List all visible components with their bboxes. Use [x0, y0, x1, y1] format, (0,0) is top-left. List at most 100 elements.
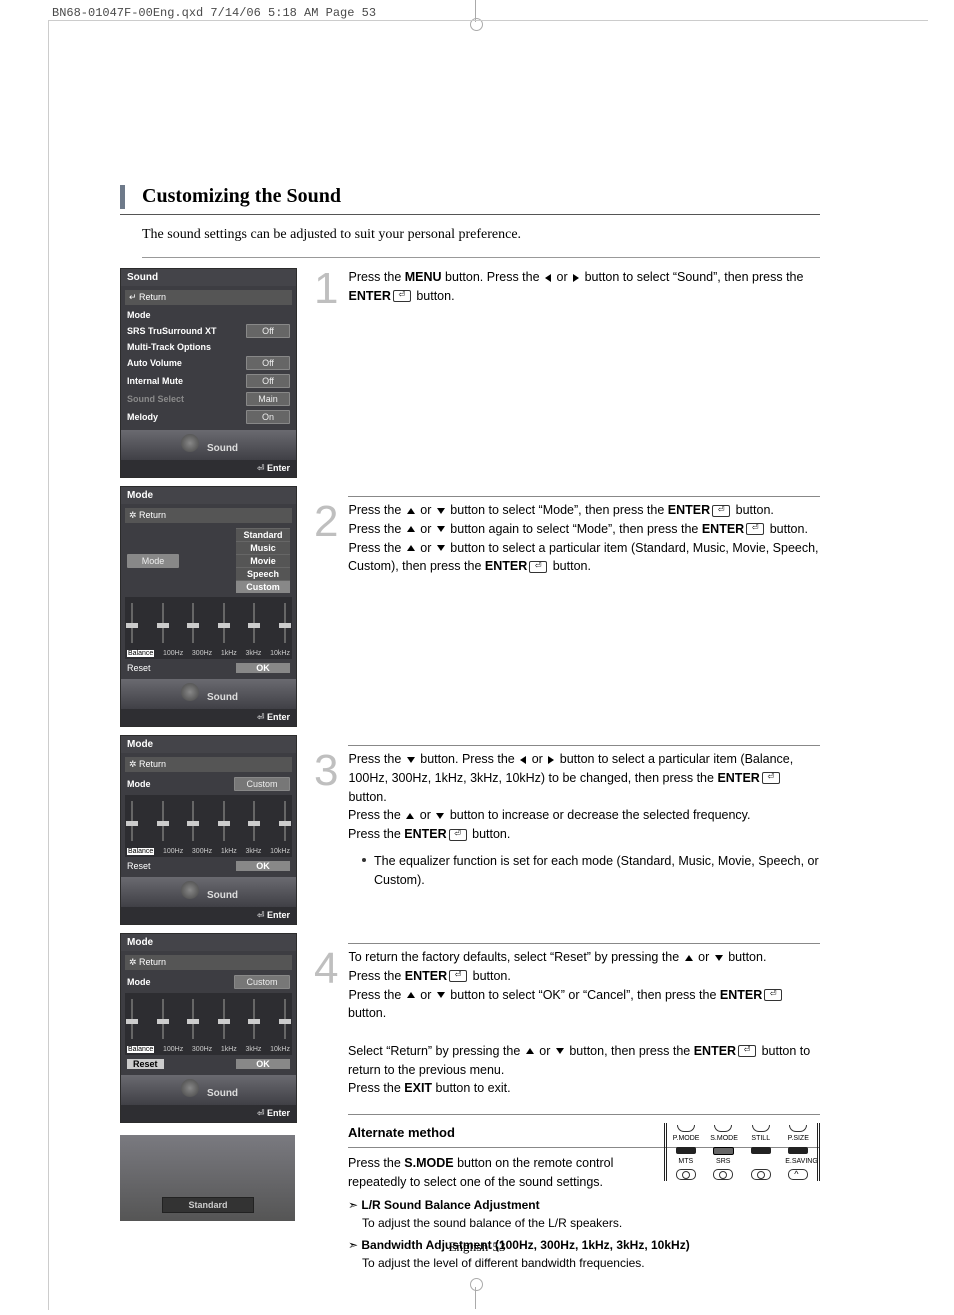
- osd-return: ↵ Return: [125, 290, 292, 305]
- osd-mode-value: Custom: [234, 777, 290, 791]
- step2-text: Press the or button to select “Mode”, th…: [348, 503, 819, 573]
- remote-button-icon: [788, 1169, 808, 1180]
- remote-button-icon: [676, 1147, 696, 1154]
- step-number: 1: [314, 256, 338, 322]
- remote-button-icon: [751, 1169, 771, 1180]
- down-arrow-icon: [407, 757, 415, 763]
- rule: [348, 745, 820, 746]
- ear-icon: [181, 1079, 199, 1097]
- rule: [348, 496, 820, 497]
- osd-toast-label: Standard: [162, 1197, 254, 1213]
- up-arrow-icon: [406, 813, 414, 819]
- alt-item-1: ➣ L/R Sound Balance Adjustment To adjust…: [348, 1196, 820, 1232]
- enter-icon: ⏎: [529, 561, 547, 573]
- enter-icon: ⏎: [762, 772, 780, 784]
- enter-icon: ⏎: [764, 989, 782, 1001]
- osd-return: ✲ Return: [125, 955, 292, 970]
- osd-footer: Sound: [121, 877, 296, 907]
- up-arrow-icon: [685, 955, 693, 961]
- trim-line: [48, 20, 49, 1310]
- down-arrow-icon: [437, 545, 445, 551]
- enter-icon: ⏎: [712, 505, 730, 517]
- osd-reset: Reset: [127, 663, 151, 673]
- remote-button-icon: [714, 1125, 732, 1132]
- bullet-icon: [362, 858, 366, 862]
- rule: [142, 257, 820, 258]
- osd-equalizer: Balance100Hz300Hz1kHz3kHz10kHz: [125, 795, 292, 857]
- remote-button-icon: [677, 1125, 695, 1132]
- down-arrow-icon: [556, 1048, 564, 1054]
- down-arrow-icon: [437, 508, 445, 514]
- up-arrow-icon: [407, 545, 415, 551]
- page-number: English-53: [0, 1239, 954, 1255]
- remote-button-icon: [752, 1125, 770, 1132]
- osd-reset: Reset: [127, 1059, 164, 1069]
- up-arrow-icon: [407, 992, 415, 998]
- osd-mode-menu: Mode ✲ Return Mode StandardMusicMovieSpe…: [120, 486, 297, 727]
- step3-note: The equalizer function is set for each m…: [362, 852, 820, 890]
- enter-icon: ⏎: [393, 290, 411, 302]
- osd-mode-label: Mode: [127, 977, 151, 987]
- osd-sound-menu: Sound ↵ Return ModeSRS TruSurround XTOff…: [120, 268, 297, 478]
- step4-text: To return the factory defaults, select “…: [348, 950, 810, 1095]
- osd-ok: OK: [236, 861, 290, 871]
- enter-icon: ⏎: [738, 1045, 756, 1057]
- remote-smode-button-icon: [713, 1147, 734, 1155]
- remote-button-icon: [789, 1125, 807, 1132]
- remote-button-icon: [751, 1147, 771, 1154]
- right-arrow-icon: [548, 756, 554, 764]
- left-arrow-icon: [545, 274, 551, 282]
- osd-equalizer: Balance100Hz300Hz1kHz3kHz10kHz: [125, 993, 292, 1055]
- osd-reset: Reset: [127, 861, 151, 871]
- osd-return: ✲ Return: [125, 508, 292, 523]
- remote-diagram: P.MODES.MODESTILLP.SIZE MTSSRSE.SAVING: [664, 1123, 820, 1181]
- right-arrow-icon: [573, 274, 579, 282]
- osd-footer: Sound: [121, 430, 296, 460]
- osd-title: Sound: [121, 269, 296, 286]
- osd-mode-list: StandardMusicMovieSpeechCustom: [236, 528, 290, 593]
- step-number: 2: [314, 489, 338, 555]
- osd-enter-hint: ⏎ Enter: [121, 1105, 296, 1122]
- cropmark: [470, 1278, 483, 1291]
- enter-icon: ⏎: [449, 829, 467, 841]
- ear-icon: [181, 434, 199, 452]
- osd-reset-menu: Mode ✲ Return Mode Custom: [120, 933, 297, 1123]
- step-number: 4: [314, 936, 338, 1002]
- osd-return: ✲ Return: [125, 757, 292, 772]
- osd-mode-button: Mode: [127, 554, 179, 568]
- osd-title: Mode: [121, 487, 296, 504]
- osd-equalizer: Balance100Hz300Hz1kHz3kHz10kHz: [125, 597, 292, 659]
- rule: [120, 214, 820, 215]
- osd-mode-value: Custom: [234, 975, 290, 989]
- page-subtitle: The sound settings can be adjusted to su…: [142, 227, 820, 243]
- down-arrow-icon: [437, 992, 445, 998]
- up-arrow-icon: [407, 508, 415, 514]
- rule: [348, 943, 820, 944]
- osd-footer: Sound: [121, 679, 296, 709]
- down-arrow-icon: [436, 813, 444, 819]
- alt-body: Press the S.MODE button on the remote co…: [348, 1154, 658, 1193]
- step3-text: Press the button. Press the or button to…: [348, 752, 793, 841]
- up-arrow-icon: [526, 1048, 534, 1054]
- enter-icon: ⏎: [449, 970, 467, 982]
- left-arrow-icon: [520, 756, 526, 764]
- down-arrow-icon: [715, 955, 723, 961]
- osd-enter-hint: ⏎ Enter: [121, 907, 296, 924]
- step-number: 3: [314, 738, 338, 804]
- osd-ok: OK: [236, 1059, 290, 1069]
- remote-button-icon: [788, 1147, 808, 1154]
- osd-eq-menu: Mode ✲ Return Mode Custom: [120, 735, 297, 925]
- enter-icon: ⏎: [746, 523, 764, 535]
- osd-mode-label: Mode: [127, 779, 151, 789]
- cropmark: [48, 20, 928, 21]
- osd-enter-hint: ⏎ Enter: [121, 460, 296, 477]
- osd-footer: Sound: [121, 1075, 296, 1105]
- ear-icon: [181, 683, 199, 701]
- osd-toast: Standard: [120, 1135, 295, 1221]
- osd-title: Mode: [121, 736, 296, 753]
- ear-icon: [181, 881, 199, 899]
- osd-ok: OK: [236, 663, 290, 673]
- up-arrow-icon: [407, 526, 415, 532]
- step1-text: Press the MENU button. Press the or butt…: [348, 270, 803, 303]
- remote-button-icon: [676, 1169, 696, 1180]
